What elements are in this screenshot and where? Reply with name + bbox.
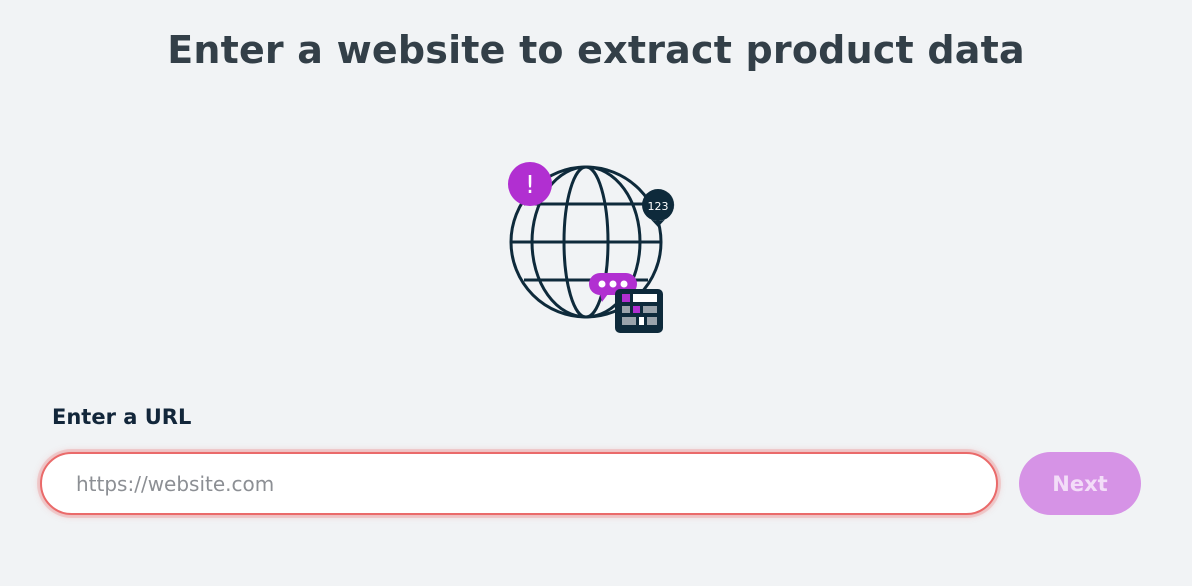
badge-number: 123 [648, 200, 669, 213]
url-label: Enter a URL [52, 405, 192, 429]
table-grid-icon [615, 289, 663, 333]
alert-symbol: ! [525, 170, 535, 199]
page-title: Enter a website to extract product data [167, 28, 1025, 72]
map-pin-icon: 123 [642, 188, 675, 227]
url-input[interactable] [40, 452, 998, 515]
web-scraping-illustration: ! 123 [496, 155, 676, 340]
illustration-svg: ! 123 [508, 162, 675, 333]
next-button[interactable]: Next [1019, 452, 1141, 515]
alert-icon: ! [508, 162, 552, 206]
